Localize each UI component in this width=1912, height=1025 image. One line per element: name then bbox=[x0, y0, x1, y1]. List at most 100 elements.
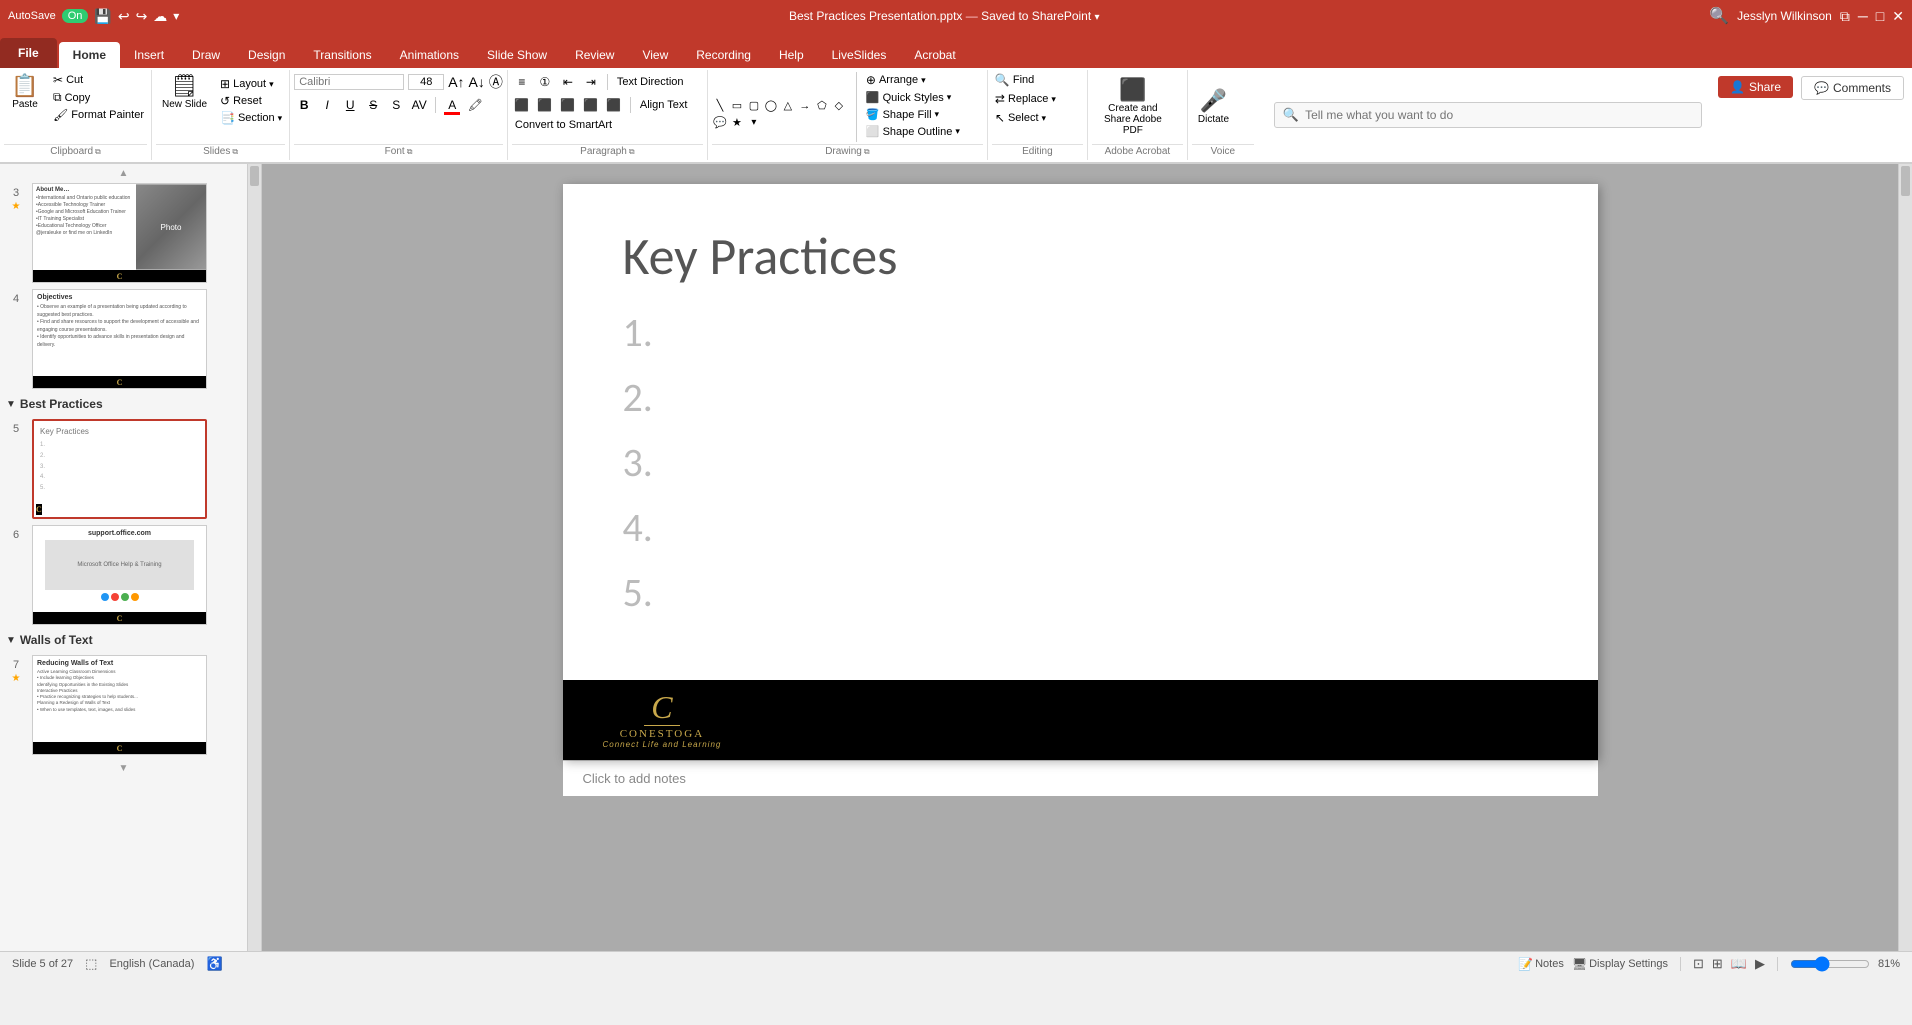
replace-button[interactable]: ⇄ Replace ▾ bbox=[992, 91, 1059, 107]
bullets-button[interactable]: ≡ bbox=[512, 72, 532, 92]
select-button[interactable]: ↖ Select ▾ bbox=[992, 110, 1049, 126]
tab-design[interactable]: Design bbox=[234, 42, 299, 68]
undo-icon[interactable]: ↩ bbox=[118, 8, 130, 25]
slide-6-thumb[interactable]: support.office.com Microsoft Office Help… bbox=[32, 525, 207, 625]
customize-qat-icon[interactable]: ▾ bbox=[173, 9, 179, 23]
autosave-toggle[interactable]: On bbox=[62, 9, 89, 23]
underline-button[interactable]: U bbox=[340, 95, 360, 115]
panel-scrollbar[interactable] bbox=[248, 164, 262, 951]
slide-sorter-btn[interactable]: ⊞ bbox=[1712, 956, 1723, 972]
clear-format-icon[interactable]: Ⓐ bbox=[489, 72, 503, 92]
slide-canvas[interactable]: Key Practices 1. 2. 3. 4. 5. C CONESTOGA… bbox=[563, 184, 1598, 760]
align-left-button[interactable]: ⬛ bbox=[512, 95, 532, 115]
clipboard-expand-icon[interactable]: ⧉ bbox=[95, 147, 101, 157]
new-slide-button[interactable]: 🗒 New Slide bbox=[156, 72, 213, 142]
save-status-arrow[interactable]: ▾ bbox=[1095, 12, 1100, 23]
rect-tool[interactable]: ▭ bbox=[729, 98, 745, 114]
format-painter-button[interactable]: 🖌 Format Painter bbox=[50, 107, 147, 123]
text-highlight-button[interactable]: 🖍 bbox=[465, 95, 485, 115]
slide-5-thumb[interactable]: Key Practices 1.2.3.4.5. C bbox=[32, 419, 207, 519]
tab-slideshow[interactable]: Slide Show bbox=[473, 42, 561, 68]
copy-button[interactable]: ⧉ Copy bbox=[50, 89, 147, 106]
tab-view[interactable]: View bbox=[628, 42, 682, 68]
paste-button[interactable]: 📋 Paste bbox=[4, 72, 46, 142]
zoom-slider[interactable] bbox=[1790, 956, 1870, 972]
section-walls-of-text[interactable]: ▼ Walls of Text bbox=[4, 629, 243, 651]
search-input[interactable] bbox=[1305, 108, 1693, 122]
decrease-font-icon[interactable]: A↓ bbox=[469, 74, 485, 90]
bold-button[interactable]: B bbox=[294, 95, 314, 115]
font-expand-icon[interactable]: ⧉ bbox=[407, 147, 413, 157]
slide-title[interactable]: Key Practices bbox=[623, 224, 1538, 288]
font-size-input[interactable] bbox=[408, 74, 444, 90]
shape-fill-button[interactable]: 🪣 Shape Fill ▾ bbox=[863, 107, 963, 122]
drawing-expand-icon[interactable]: ⧉ bbox=[864, 147, 870, 157]
restore-icon[interactable]: ⧉ bbox=[1840, 8, 1850, 25]
rounded-rect-tool[interactable]: ▢ bbox=[746, 98, 762, 114]
display-settings-button[interactable]: 🖥 Display Settings bbox=[1572, 957, 1668, 971]
italic-button[interactable]: I bbox=[317, 95, 337, 115]
tab-file[interactable]: File bbox=[0, 38, 57, 68]
quick-styles-button[interactable]: ⬛ Quick Styles ▾ bbox=[863, 90, 963, 105]
diamond-tool[interactable]: ◇ bbox=[831, 98, 847, 114]
tab-insert[interactable]: Insert bbox=[120, 42, 178, 68]
pentagon-tool[interactable]: ⬠ bbox=[814, 98, 830, 114]
shapes-more-btn[interactable]: ▾ bbox=[746, 115, 762, 131]
align-text-button[interactable]: Align Text bbox=[637, 98, 691, 112]
shape-effects-button[interactable]: ✨ Shape Effects ▾ bbox=[863, 141, 963, 142]
increase-font-icon[interactable]: A↑ bbox=[448, 74, 464, 90]
slides-expand-icon[interactable]: ⧉ bbox=[232, 147, 238, 157]
scroll-up-btn[interactable]: ▲ bbox=[4, 168, 243, 179]
slide-view-icon[interactable]: ⬚ bbox=[85, 956, 97, 972]
star-tool[interactable]: ★ bbox=[729, 115, 745, 131]
align-right-button[interactable]: ⬛ bbox=[558, 95, 578, 115]
share-button[interactable]: 👤 Share bbox=[1718, 76, 1793, 98]
create-share-pdf-button[interactable]: ⬛ Create and Share Adobe PDF bbox=[1092, 76, 1174, 139]
notes-button[interactable]: 📝 Notes bbox=[1518, 957, 1564, 971]
scroll-down-btn[interactable]: ▼ bbox=[4, 763, 243, 774]
line-tool[interactable]: ╲ bbox=[712, 98, 728, 114]
reading-view-btn[interactable]: 📖 bbox=[1731, 956, 1747, 972]
paragraph-expand-icon[interactable]: ⧉ bbox=[629, 147, 635, 157]
tab-review[interactable]: Review bbox=[561, 42, 628, 68]
font-color-button[interactable]: A bbox=[442, 95, 462, 115]
text-direction-button[interactable]: Text Direction bbox=[614, 75, 687, 89]
arrow-tool[interactable]: → bbox=[797, 98, 813, 114]
notes-area[interactable]: Click to add notes bbox=[563, 760, 1598, 796]
oval-tool[interactable]: ◯ bbox=[763, 98, 779, 114]
slide-3-thumb[interactable]: About Me… •International and Ontario pub… bbox=[32, 183, 207, 283]
tab-home[interactable]: Home bbox=[59, 42, 120, 68]
shadow-button[interactable]: S bbox=[386, 95, 406, 115]
find-button[interactable]: 🔍 Find bbox=[992, 72, 1037, 88]
slide-4-thumb[interactable]: Objectives • Observe an example of a pre… bbox=[32, 289, 207, 389]
tab-liveslides[interactable]: LiveSlides bbox=[818, 42, 901, 68]
cut-button[interactable]: ✂ Cut bbox=[50, 72, 147, 88]
char-spacing-button[interactable]: AV bbox=[409, 95, 429, 115]
section-best-practices[interactable]: ▼ Best Practices bbox=[4, 393, 243, 415]
tab-acrobat[interactable]: Acrobat bbox=[900, 42, 969, 68]
accessibility-icon[interactable]: ♿ bbox=[206, 956, 222, 972]
arrange-button[interactable]: ⊕ Arrange ▾ bbox=[863, 72, 963, 88]
font-name-input[interactable] bbox=[294, 74, 404, 90]
slideshow-btn[interactable]: ▶ bbox=[1755, 956, 1765, 972]
strikethrough-button[interactable]: S bbox=[363, 95, 383, 115]
slide-7-thumb[interactable]: Reducing Walls of Text Active Learning C… bbox=[32, 655, 207, 755]
decrease-indent-button[interactable]: ⇤ bbox=[558, 72, 578, 92]
save-to-cloud-icon[interactable]: ☁ bbox=[153, 8, 167, 25]
justify-button[interactable]: ⬛ bbox=[581, 95, 601, 115]
maximize-icon[interactable]: □ bbox=[1876, 8, 1884, 24]
normal-view-btn[interactable]: ⊡ bbox=[1693, 956, 1704, 972]
close-icon[interactable]: ✕ bbox=[1892, 8, 1904, 25]
minimize-icon[interactable]: ─ bbox=[1858, 8, 1868, 24]
layout-button[interactable]: ⊞ Layout ▾ bbox=[217, 76, 285, 92]
reset-button[interactable]: ↺ Reset bbox=[217, 93, 285, 109]
convert-smartart-button[interactable]: Convert to SmartArt bbox=[512, 118, 615, 132]
comments-button[interactable]: 💬 Comments bbox=[1801, 76, 1904, 100]
search-cloud-icon[interactable]: 🔍 bbox=[1709, 6, 1729, 26]
shape-outline-button[interactable]: ⬜ Shape Outline ▾ bbox=[863, 124, 963, 139]
columns-button[interactable]: ⬛ bbox=[604, 95, 624, 115]
dictate-button[interactable]: 🎤 Dictate bbox=[1192, 87, 1235, 128]
triangle-tool[interactable]: △ bbox=[780, 98, 796, 114]
section-button[interactable]: 📑 Section ▾ bbox=[217, 110, 285, 126]
redo-icon[interactable]: ↪ bbox=[136, 8, 148, 25]
